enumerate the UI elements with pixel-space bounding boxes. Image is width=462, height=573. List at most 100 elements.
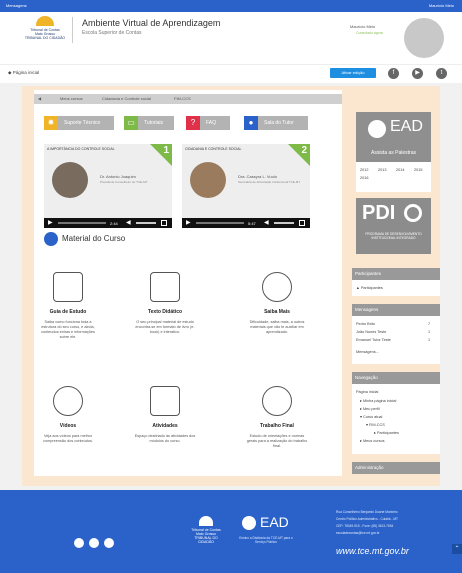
youtube-icon[interactable]: ▶ bbox=[412, 68, 423, 79]
breadcrumb-item[interactable]: Meus cursos bbox=[60, 96, 83, 101]
navigation-block-header[interactable]: Navegação bbox=[352, 372, 440, 384]
footer-tce-logo[interactable]: Tribunal de Contas Mato Grosso TRIBUNAL … bbox=[186, 516, 226, 544]
breadcrumb-item[interactable]: Cidadania e Controle social bbox=[102, 96, 151, 101]
video-progress-bar[interactable] bbox=[196, 222, 244, 224]
video-title: A IMPORTÂNCIA DO CONTROLE SOCIAL bbox=[47, 147, 115, 151]
nav-item[interactable]: ▸ Minha página inicial bbox=[360, 398, 396, 403]
messages-more-link[interactable]: Mensagens... bbox=[356, 350, 379, 354]
play-icon[interactable] bbox=[53, 386, 83, 416]
site-footer bbox=[0, 490, 462, 573]
gear-icon: ✹ bbox=[44, 116, 58, 130]
twitter-icon[interactable] bbox=[104, 538, 114, 548]
year-link[interactable]: 2012 bbox=[360, 168, 368, 172]
user-name[interactable]: Maurício Melo bbox=[350, 24, 375, 29]
page-title: Ambiente Virtual de Aprendizagem bbox=[82, 18, 221, 28]
footer-email[interactable]: escoladecontas@tce.mt.gov.br bbox=[336, 531, 380, 535]
material-item-desc: Dificuldade, saiba mais, a outros materi… bbox=[249, 320, 305, 334]
video-title: CIDADANIA E CONTROLE SOCIAL bbox=[185, 147, 242, 151]
user-menu[interactable]: Maurício Melo bbox=[429, 3, 454, 8]
message-sender[interactable]: Emanuel Tutor Teste bbox=[356, 338, 391, 342]
scroll-top-icon[interactable]: ⌃ bbox=[452, 544, 462, 554]
video-speaker-photo bbox=[190, 162, 226, 198]
video-controls: ▶ 5:47 ◀ bbox=[182, 218, 310, 228]
video-controls: ▶ 2:44 ◀ bbox=[44, 218, 172, 228]
book-icon bbox=[368, 120, 386, 138]
facebook-icon[interactable] bbox=[74, 538, 84, 548]
home-link[interactable]: ◆ Página inicial bbox=[8, 70, 39, 76]
twitter-icon[interactable]: t bbox=[436, 68, 447, 79]
material-item-desc: Estudo de orientações e normas gerais pa… bbox=[246, 434, 308, 448]
book-icon bbox=[242, 516, 256, 530]
play-icon[interactable]: ▶ bbox=[48, 219, 53, 226]
avatar[interactable] bbox=[404, 18, 444, 58]
video-speaker-name: Dra. Cassyra L. Vuolo bbox=[238, 174, 277, 179]
pencil-icon[interactable] bbox=[150, 386, 180, 416]
youtube-icon[interactable] bbox=[89, 538, 99, 548]
tutor-room-button[interactable]: ● Sala do Tutor bbox=[244, 116, 308, 130]
enable-editing-button[interactable]: Ativar edição bbox=[330, 68, 376, 78]
tce-logo[interactable]: Tribunal de Contas Mato Grosso TRIBUNAL … bbox=[24, 16, 66, 46]
nav-item[interactable]: Página inicial bbox=[356, 390, 378, 394]
tce-logo-emblem bbox=[199, 516, 213, 526]
video-card[interactable]: CIDADANIA E CONTROLE SOCIAL 2 Dra. Cassy… bbox=[182, 144, 310, 228]
document-icon[interactable] bbox=[150, 272, 180, 302]
fullscreen-icon[interactable] bbox=[299, 220, 305, 226]
breadcrumb: ◀ Meus cursos Cidadania e Controle socia… bbox=[34, 94, 342, 104]
nav-item[interactable]: ▾ Curso atual bbox=[360, 414, 382, 419]
pdi-banner[interactable]: PDI PROGRAMA DE DESENVOLVIMENTO INSTITUC… bbox=[356, 198, 431, 254]
video-number-badge: 1 bbox=[150, 144, 172, 166]
certificate-icon[interactable] bbox=[262, 386, 292, 416]
material-item-desc: Veja aos vídeos para melhor compreensão … bbox=[43, 434, 93, 443]
year-link[interactable]: 2016 bbox=[360, 176, 368, 180]
volume-icon[interactable]: ◀ bbox=[126, 219, 131, 226]
page-subtitle: Escola Superior de Contas bbox=[82, 30, 142, 36]
video-time: 2:44 bbox=[110, 221, 118, 226]
top-navbar: Mensagens Maurício Melo bbox=[0, 0, 462, 12]
tech-support-button[interactable]: ✹ Suporte Técnico bbox=[44, 116, 114, 130]
year-link[interactable]: 2013 bbox=[378, 168, 386, 172]
volume-icon[interactable]: ◀ bbox=[264, 219, 269, 226]
nav-item[interactable]: ▸ Meu perfil bbox=[360, 406, 380, 411]
material-item-title[interactable]: Atividades bbox=[125, 423, 205, 429]
folder-icon bbox=[44, 232, 58, 246]
messages-link[interactable]: Mensagens bbox=[6, 3, 27, 8]
tce-logo-text: Tribunal de Contas Mato Grosso TRIBUNAL … bbox=[24, 28, 66, 40]
search-icon[interactable] bbox=[262, 272, 292, 302]
material-item-title[interactable]: Guia de Estudo bbox=[28, 309, 108, 315]
header-divider bbox=[72, 17, 73, 43]
material-item-title[interactable]: Texto Didático bbox=[125, 309, 205, 315]
nav-item[interactable]: ▾ FIM-CCS bbox=[366, 422, 385, 427]
fullscreen-icon[interactable] bbox=[161, 220, 167, 226]
video-card[interactable]: A IMPORTÂNCIA DO CONTROLE SOCIAL 1 Dr. A… bbox=[44, 144, 172, 228]
material-item-title[interactable]: Trabalho Final bbox=[237, 423, 317, 429]
tutorials-button[interactable]: ▭ Tutoriais bbox=[124, 116, 174, 130]
volume-slider[interactable] bbox=[274, 222, 294, 224]
play-icon[interactable]: ▶ bbox=[186, 219, 191, 226]
participants-block-header[interactable]: Participantes bbox=[352, 268, 440, 280]
volume-slider[interactable] bbox=[136, 222, 156, 224]
admin-block-header[interactable]: Administração bbox=[352, 462, 440, 474]
participants-link[interactable]: ▲ Participantes bbox=[356, 286, 383, 290]
guide-icon[interactable] bbox=[53, 272, 83, 302]
site-header bbox=[0, 12, 462, 64]
ead-lectures-banner[interactable]: EAD Assista as Palestras 2012 2013 2014 … bbox=[356, 112, 431, 192]
user-status: Conectado agora bbox=[356, 31, 383, 35]
footer-site-link[interactable]: www.tce.mt.gov.br bbox=[336, 546, 409, 556]
year-link[interactable]: 2015 bbox=[414, 168, 422, 172]
video-speaker-name: Dr. Antonio Joaquim bbox=[100, 174, 136, 179]
messages-block-header[interactable]: Mensagens bbox=[352, 304, 440, 316]
material-item-desc: Espaço destinado às atividades dos módul… bbox=[134, 434, 196, 443]
facebook-icon[interactable]: f bbox=[388, 68, 399, 79]
year-link[interactable]: 2014 bbox=[396, 168, 404, 172]
video-progress-bar[interactable] bbox=[58, 222, 106, 224]
material-item-title[interactable]: Saiba Mais bbox=[237, 309, 317, 315]
faq-button[interactable]: ? FAQ bbox=[186, 116, 230, 130]
video-time: 5:47 bbox=[248, 221, 256, 226]
nav-item[interactable]: ▸ Participantes bbox=[374, 430, 399, 435]
nav-item[interactable]: ▸ Meus cursos bbox=[360, 438, 385, 443]
message-sender[interactable]: Pedro Brito bbox=[356, 322, 375, 326]
message-sender[interactable]: João Nunes Teste bbox=[356, 330, 386, 334]
book-icon: ▭ bbox=[124, 116, 138, 130]
breadcrumb-home-icon[interactable]: ◀ bbox=[38, 96, 41, 101]
material-item-title[interactable]: Vídeos bbox=[28, 423, 108, 429]
